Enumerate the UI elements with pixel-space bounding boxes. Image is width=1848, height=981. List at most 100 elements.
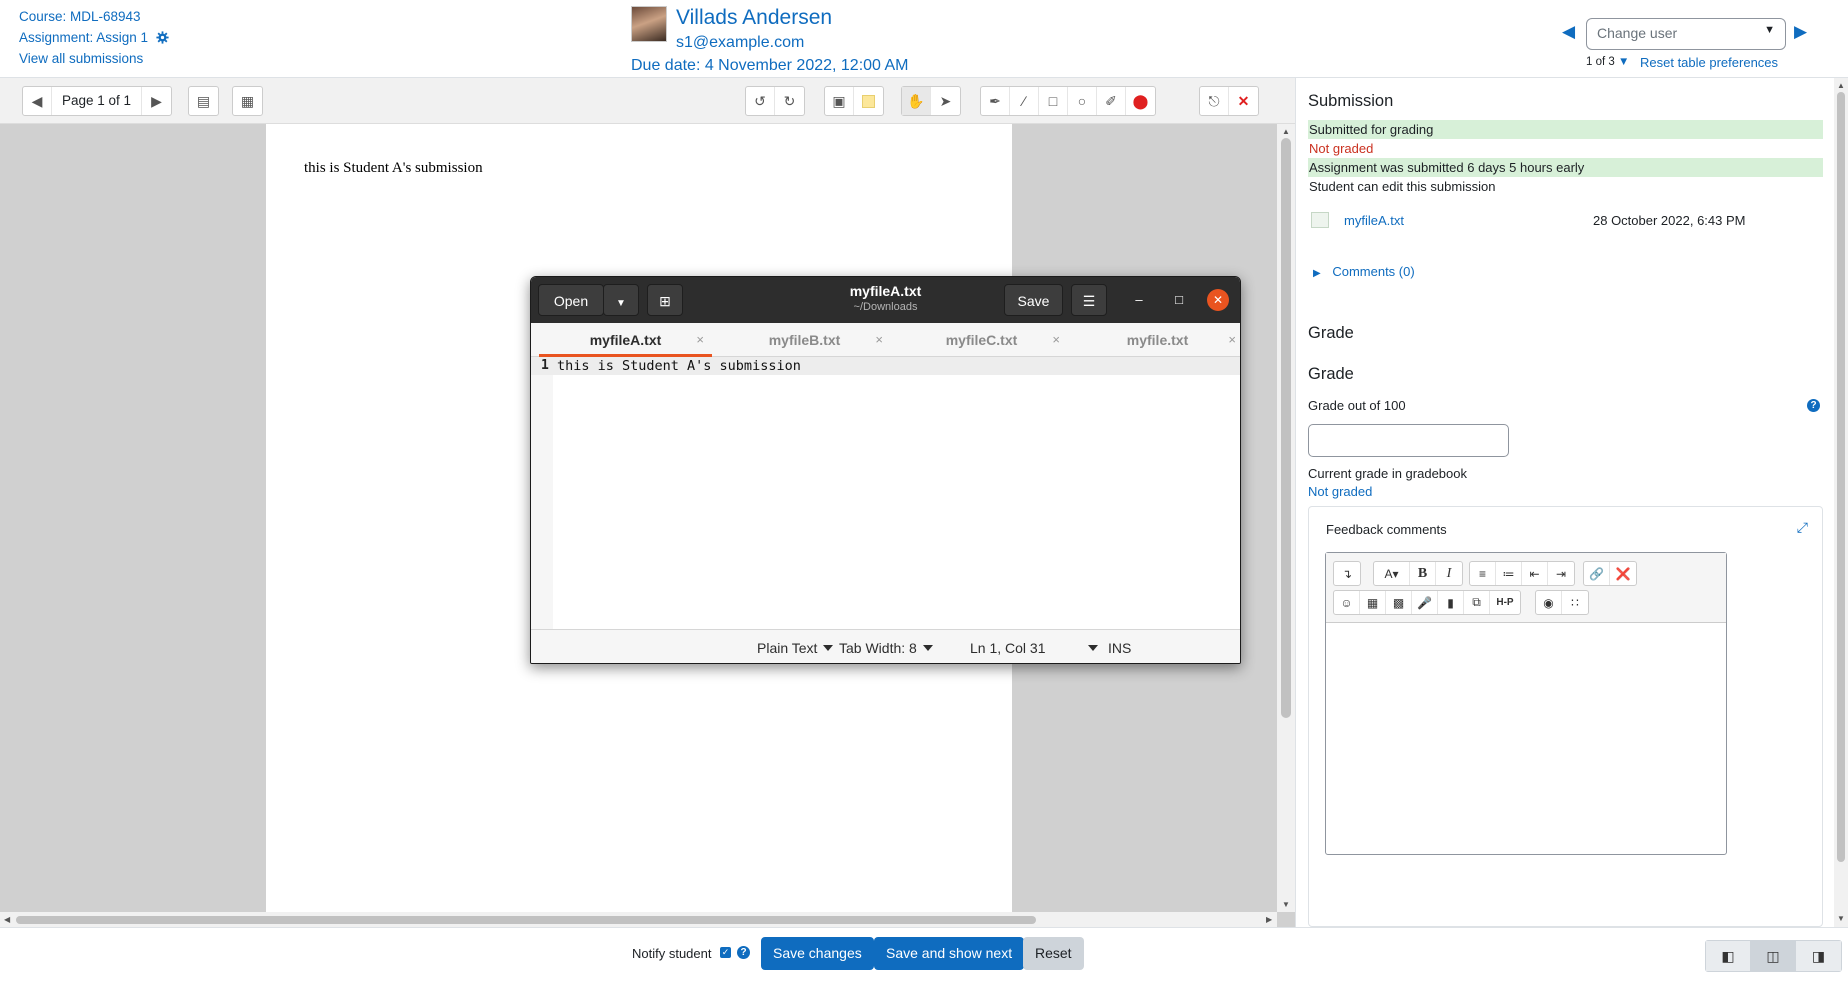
image-icon[interactable]: ▦	[1360, 591, 1386, 614]
tab-myfileb[interactable]: myfileB.txt ×	[718, 323, 891, 357]
hand-pan-icon[interactable]: ✋	[902, 87, 931, 115]
feedback-editor[interactable]: ↴ A▾ B I ≡ ≔ ⇤ ⇥ 🔗 ❌ ☺ ▦ ▩ 🎤 ▮ ⧉ H-P ◉ ∷	[1325, 552, 1727, 855]
scroll-left-icon[interactable]: ◀	[4, 915, 10, 924]
annotation-color-icon[interactable]: ⬤	[1126, 87, 1155, 115]
comment-color-icon[interactable]	[854, 87, 883, 115]
rectangle-icon[interactable]: □	[1039, 87, 1068, 115]
h5p-icon[interactable]: H-P	[1490, 591, 1520, 614]
notify-student-checkbox[interactable]: ✓	[720, 947, 731, 958]
save-button[interactable]: Save	[1004, 284, 1063, 316]
vertical-scroll-thumb[interactable]	[1281, 138, 1291, 718]
help-icon[interactable]: ?	[737, 946, 750, 959]
unlink-icon[interactable]: ❌	[1610, 562, 1636, 585]
scroll-up-icon[interactable]: ▲	[1282, 127, 1290, 136]
unordered-list-icon[interactable]: ≡	[1470, 562, 1496, 585]
tab-myfile[interactable]: myfile.txt ×	[1071, 323, 1240, 357]
italic-icon[interactable]: I	[1436, 562, 1462, 585]
collapse-comments-icon[interactable]: ▦	[233, 87, 262, 115]
scroll-right-icon[interactable]: ▶	[1266, 915, 1272, 924]
close-tab-icon[interactable]: ×	[1052, 323, 1060, 357]
help-icon[interactable]: ?	[1807, 399, 1820, 412]
maximize-icon[interactable]: □	[1168, 289, 1190, 311]
rotate-group: ↺ ↻	[745, 86, 805, 116]
editor-list-group: ≡ ≔ ⇤ ⇥	[1469, 561, 1575, 586]
change-user-select[interactable]: Change user ▼	[1586, 18, 1786, 50]
text-editor-window[interactable]: Open ▼ ⊞ myfileA.txt ~/Downloads Save ☰ …	[530, 276, 1241, 664]
horizontal-scrollbar[interactable]: ◀ ▶	[0, 912, 1277, 927]
next-user-arrow-icon[interactable]: ▶	[1794, 22, 1807, 42]
next-page-icon[interactable]: ▶	[142, 87, 171, 115]
line-number-gutter	[531, 357, 553, 629]
default-layout-icon[interactable]: ◫	[1751, 941, 1796, 971]
oval-icon[interactable]: ○	[1068, 87, 1097, 115]
tab-myfilec[interactable]: myfileC.txt ×	[895, 323, 1068, 357]
avatar[interactable]	[631, 6, 667, 42]
save-and-show-next-button[interactable]: Save and show next	[874, 937, 1025, 970]
collapse-review-panel-icon[interactable]: ◧	[1706, 941, 1751, 971]
reset-table-preferences-link[interactable]: Reset table preferences	[1640, 55, 1778, 70]
previous-page-icon[interactable]: ◀	[23, 87, 52, 115]
horizontal-scroll-thumb[interactable]	[16, 916, 1036, 924]
search-comments-icon[interactable]: ▤	[189, 87, 218, 115]
close-tab-icon[interactable]: ×	[696, 323, 704, 357]
comments-toggle[interactable]: ▶ Comments (0)	[1313, 264, 1415, 279]
cursor-position-selector[interactable]: Ln 1, Col 31	[970, 640, 1098, 656]
panel-scroll-thumb[interactable]	[1837, 92, 1845, 862]
panel-scrollbar[interactable]: ▲ ▼	[1834, 78, 1848, 927]
link-icon[interactable]: 🔗	[1584, 562, 1610, 585]
document-line-text[interactable]: this is Student A's submission	[557, 358, 801, 374]
paragraph-style-icon[interactable]: A▾	[1374, 562, 1410, 585]
close-icon[interactable]: ✕	[1207, 289, 1229, 311]
rotate-right-icon[interactable]: ↻	[775, 87, 804, 115]
rotate-left-icon[interactable]: ↺	[746, 87, 775, 115]
delete-stamp-icon[interactable]: ✕	[1229, 87, 1258, 115]
video-camera-icon[interactable]: ▮	[1438, 591, 1464, 614]
indent-icon[interactable]: ⇥	[1548, 562, 1574, 585]
panel-scroll-up-icon[interactable]: ▲	[1837, 81, 1845, 90]
tab-width-selector[interactable]: Tab Width: 8	[839, 640, 933, 656]
bold-icon[interactable]: B	[1410, 562, 1436, 585]
view-all-submissions-link[interactable]: View all submissions	[19, 51, 143, 66]
current-grade-link[interactable]: Not graded	[1308, 484, 1372, 499]
ordered-list-icon[interactable]: ≔	[1496, 562, 1522, 585]
previous-user-arrow-icon[interactable]: ◀	[1562, 22, 1575, 42]
close-tab-icon[interactable]: ×	[1228, 323, 1236, 357]
minimize-icon[interactable]: –	[1128, 289, 1150, 311]
insert-mode[interactable]: INS	[1108, 640, 1131, 656]
hamburger-menu-icon[interactable]: ☰	[1071, 284, 1107, 316]
user-email-link[interactable]: s1@example.com	[676, 34, 804, 52]
user-name-link[interactable]: Villads Andersen	[676, 6, 832, 30]
select-cursor-icon[interactable]: ➤	[931, 87, 960, 115]
reset-button[interactable]: Reset	[1023, 937, 1084, 970]
comment-icon[interactable]: ▣	[825, 87, 854, 115]
highlighter-icon[interactable]: ✐	[1097, 87, 1126, 115]
scroll-down-icon[interactable]: ▼	[1282, 900, 1290, 909]
assignment-link[interactable]: Assignment: Assign 1	[19, 30, 148, 45]
copy-icon[interactable]: ⧉	[1464, 591, 1490, 614]
page-label[interactable]: Page 1 of 1	[52, 87, 143, 115]
screenreader-helper-icon[interactable]: ∷	[1562, 591, 1588, 614]
show-more-buttons-icon[interactable]: ↴	[1334, 562, 1360, 585]
save-changes-button[interactable]: Save changes	[761, 937, 874, 970]
collapse-grade-panel-icon[interactable]: ◨	[1796, 941, 1841, 971]
syntax-language-selector[interactable]: Plain Text	[757, 640, 834, 656]
pen-icon[interactable]: ✒	[981, 87, 1010, 115]
filter-icon[interactable]: ▼	[1618, 56, 1629, 68]
grade-input[interactable]	[1308, 424, 1509, 457]
stamp-icon[interactable]: ⎋	[1200, 87, 1229, 115]
submission-file-link[interactable]: myfileA.txt	[1344, 213, 1404, 228]
close-tab-icon[interactable]: ×	[875, 323, 883, 357]
microphone-icon[interactable]: 🎤	[1412, 591, 1438, 614]
outdent-icon[interactable]: ⇤	[1522, 562, 1548, 585]
gear-icon[interactable]	[156, 31, 169, 44]
media-file-icon[interactable]: ▩	[1386, 591, 1412, 614]
vertical-scrollbar[interactable]: ▲ ▼	[1277, 124, 1295, 912]
emoji-icon[interactable]: ☺	[1334, 591, 1360, 614]
accessibility-checker-icon[interactable]: ◉	[1536, 591, 1562, 614]
panel-scroll-down-icon[interactable]: ▼	[1837, 914, 1845, 923]
tab-myfilea[interactable]: myfileA.txt ×	[539, 323, 712, 357]
expand-icon[interactable]: ⤢	[1797, 519, 1808, 536]
course-link[interactable]: Course: MDL-68943	[19, 9, 141, 24]
line-icon[interactable]: ∕	[1010, 87, 1039, 115]
text-editing-area[interactable]: 1 this is Student A's submission	[531, 357, 1240, 629]
